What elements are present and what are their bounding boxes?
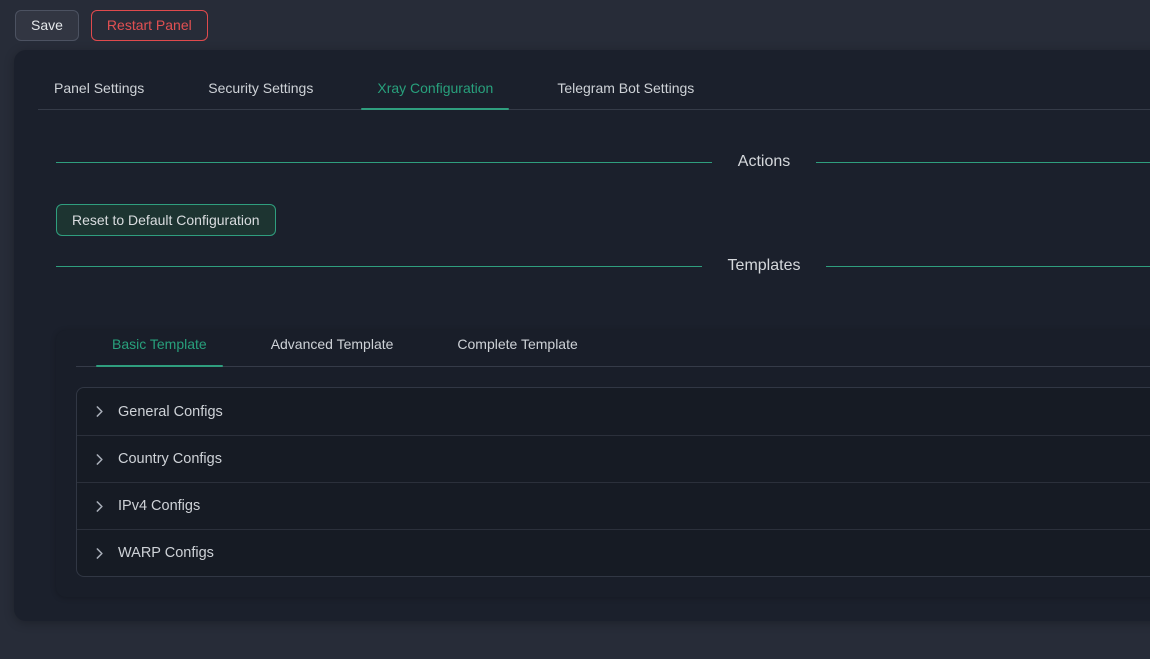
divider-line [56, 162, 712, 163]
tab-basic-template[interactable]: Basic Template [96, 330, 223, 366]
restart-panel-button[interactable]: Restart Panel [91, 10, 208, 41]
chevron-right-icon [93, 405, 106, 418]
tab-security-settings[interactable]: Security Settings [192, 70, 329, 109]
tab-xray-configuration[interactable]: Xray Configuration [361, 70, 509, 109]
templates-card: Basic Template Advanced Template Complet… [56, 330, 1150, 597]
templates-tabbar: Basic Template Advanced Template Complet… [76, 330, 1150, 367]
actions-divider: Actions [56, 150, 1150, 174]
chevron-right-icon [93, 547, 106, 560]
chevron-right-icon [93, 500, 106, 513]
divider-line [56, 266, 702, 267]
tab-telegram-bot-settings[interactable]: Telegram Bot Settings [541, 70, 710, 109]
configs-collapse-list: General Configs Country Configs IPv4 Con… [76, 387, 1150, 577]
collapse-header-label: IPv4 Configs [118, 498, 200, 514]
settings-card: Panel Settings Security Settings Xray Co… [14, 50, 1150, 621]
divider-line [826, 266, 1150, 267]
save-button[interactable]: Save [15, 10, 79, 41]
chevron-right-icon [93, 453, 106, 466]
topbar: Save Restart Panel [0, 0, 1150, 50]
collapse-header-ipv4-configs[interactable]: IPv4 Configs [77, 482, 1150, 529]
collapse-header-country-configs[interactable]: Country Configs [77, 435, 1150, 482]
tab-advanced-template[interactable]: Advanced Template [255, 330, 410, 366]
actions-divider-title: Actions [712, 153, 816, 171]
collapse-header-warp-configs[interactable]: WARP Configs [77, 529, 1150, 576]
divider-line [816, 162, 1150, 163]
tab-complete-template[interactable]: Complete Template [441, 330, 593, 366]
xray-configuration-panel: Actions Reset to Default Configuration T… [38, 150, 1150, 597]
collapse-header-label: General Configs [118, 404, 223, 420]
templates-divider: Templates [56, 254, 1150, 278]
collapse-header-general-configs[interactable]: General Configs [77, 388, 1150, 435]
settings-tabbar: Panel Settings Security Settings Xray Co… [38, 70, 1150, 110]
reset-to-default-button[interactable]: Reset to Default Configuration [56, 204, 276, 236]
templates-divider-title: Templates [702, 257, 827, 275]
collapse-header-label: WARP Configs [118, 545, 214, 561]
tab-panel-settings[interactable]: Panel Settings [38, 70, 160, 109]
collapse-header-label: Country Configs [118, 451, 222, 467]
